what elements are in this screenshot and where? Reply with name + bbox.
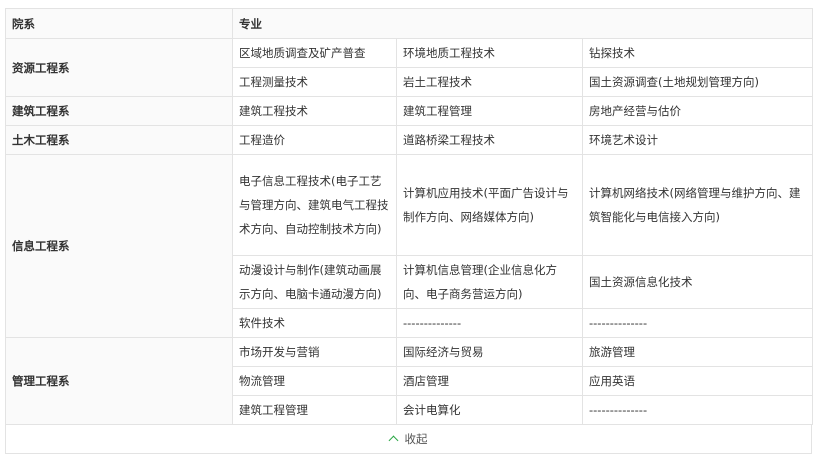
department-cell: 土木工程系 [5,125,233,155]
majors-table-container: 院系 专业 资源工程系 区域地质调查及矿产普查 环境地质工程技术 钻探技术 工程… [5,8,813,454]
major-cell: 应用英语 [582,366,813,396]
major-cell: -------------- [582,308,813,338]
department-cell: 建筑工程系 [5,96,233,126]
major-cell: 建筑工程技术 [232,96,397,126]
major-cell: 岩土工程技术 [396,67,583,97]
collapse-button[interactable]: 收起 [5,425,812,454]
major-cell: 旅游管理 [582,337,813,367]
header-major: 专业 [232,8,813,39]
department-cell: 管理工程系 [5,337,233,425]
collapse-label: 收起 [404,432,428,446]
major-cell: 房地产经营与估价 [582,96,813,126]
major-cell: 工程造价 [232,125,397,155]
major-cell: 会计电算化 [396,395,583,425]
major-cell: 市场开发与营销 [232,337,397,367]
major-cell: 区域地质调查及矿产普查 [232,38,397,68]
major-cell: 物流管理 [232,366,397,396]
table-row: 信息工程系 电子信息工程技术(电子工艺与管理方向、建筑电气工程技术方向、自动控制… [5,154,813,338]
major-cell: 钻探技术 [582,38,813,68]
major-cell: 环境艺术设计 [582,125,813,155]
major-cell: 电子信息工程技术(电子工艺与管理方向、建筑电气工程技术方向、自动控制技术方向) [232,154,397,256]
major-cell: 计算机信息管理(企业信息化方向、电子商务营运方向) [396,255,583,309]
table-row: 管理工程系 市场开发与营销 国际经济与贸易 旅游管理 [5,337,813,425]
major-cell: 国土资源信息化技术 [582,255,813,309]
major-cell: 工程测量技术 [232,67,397,97]
majors-table: 院系 专业 资源工程系 区域地质调查及矿产普查 环境地质工程技术 钻探技术 工程… [5,8,813,425]
major-cell: 国际经济与贸易 [396,337,583,367]
table-row: 资源工程系 区域地质调查及矿产普查 环境地质工程技术 钻探技术 [5,38,813,97]
major-cell: 建筑工程管理 [232,395,397,425]
major-cell: 计算机应用技术(平面广告设计与制作方向、网络媒体方向) [396,154,583,256]
major-cell: 动漫设计与制作(建筑动画展示方向、电脑卡通动漫方向) [232,255,397,309]
major-cell: 建筑工程管理 [396,96,583,126]
major-cell: -------------- [582,395,813,425]
major-cell: 国土资源调查(土地规划管理方向) [582,67,813,97]
table-row: 土木工程系 工程造价 道路桥梁工程技术 环境艺术设计 [5,125,813,155]
department-cell: 信息工程系 [5,154,233,338]
department-cell: 资源工程系 [5,38,233,97]
major-cell: 环境地质工程技术 [396,38,583,68]
major-cell: -------------- [396,308,583,338]
major-cell: 软件技术 [232,308,397,338]
header-department: 院系 [5,8,233,39]
major-cell: 计算机网络技术(网络管理与维护方向、建筑智能化与电信接入方向) [582,154,813,256]
table-header-row: 院系 专业 [5,8,813,39]
major-cell: 道路桥梁工程技术 [396,125,583,155]
table-row: 建筑工程系 建筑工程技术 建筑工程管理 房地产经营与估价 [5,96,813,126]
major-cell: 酒店管理 [396,366,583,396]
chevron-up-icon [388,435,398,446]
